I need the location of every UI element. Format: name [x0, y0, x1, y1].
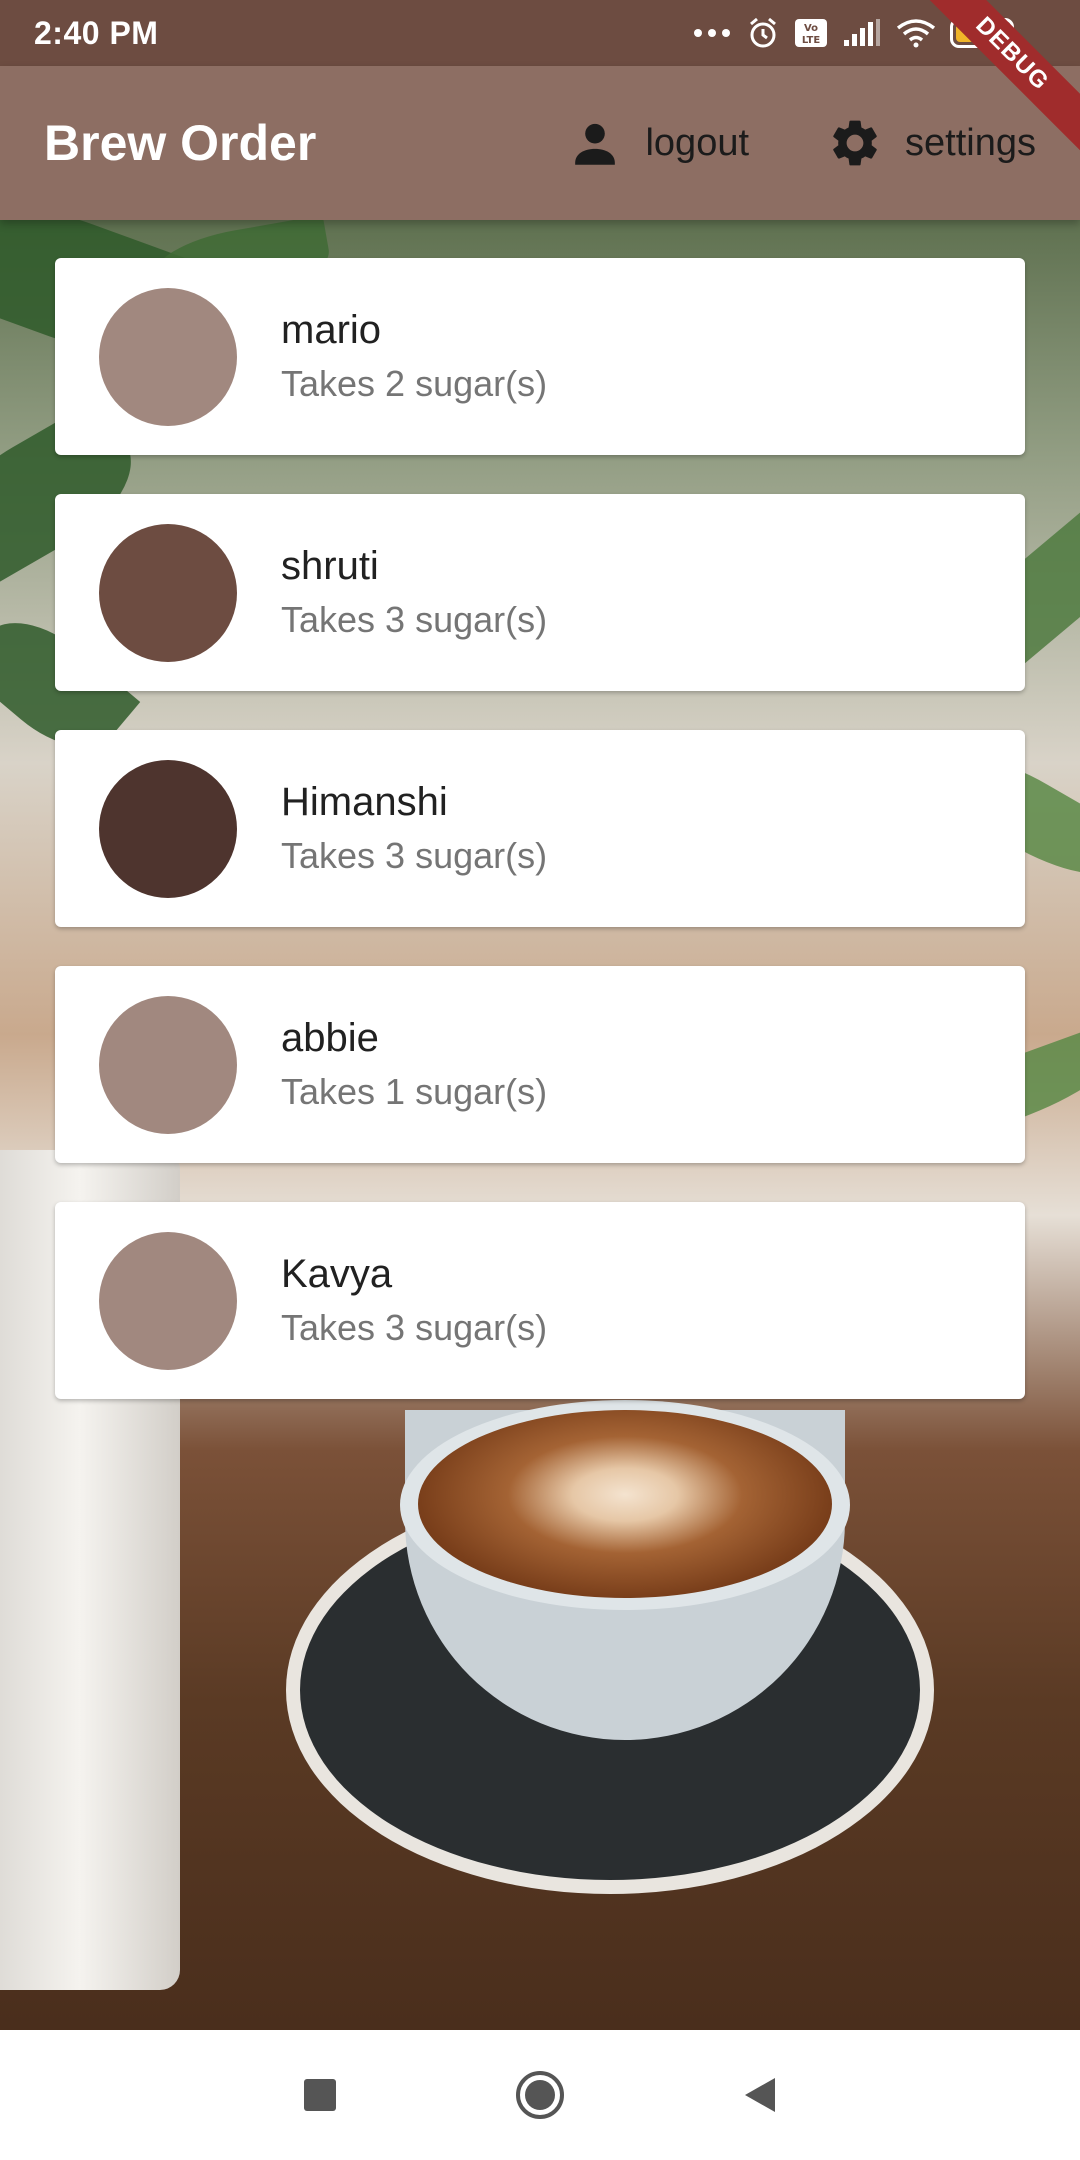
brew-sugar: Takes 3 sugar(s) — [281, 835, 548, 876]
alarm-icon — [746, 16, 780, 50]
brew-name: Himanshi — [281, 780, 448, 824]
list-item-text: mario Takes 2 sugar(s) — [281, 308, 547, 405]
list-item[interactable]: Kavya Takes 3 sugar(s) — [55, 1202, 1025, 1399]
system-nav-bar — [0, 2030, 1080, 2160]
svg-text:LTE: LTE — [802, 35, 821, 46]
list-item-text: Himanshi Takes 3 sugar(s) — [281, 780, 547, 877]
brew-sugar: Takes 1 sugar(s) — [281, 1071, 548, 1112]
person-icon — [575, 123, 616, 165]
signal-icon — [842, 18, 882, 48]
wifi-icon — [896, 18, 936, 48]
avatar — [99, 995, 237, 1134]
list-item[interactable]: shruti Takes 3 sugar(s) — [55, 494, 1025, 691]
brew-name: Kavya — [281, 1252, 393, 1296]
list-item-text: abbie Takes 1 sugar(s) — [281, 1016, 547, 1113]
avatar — [99, 1231, 237, 1370]
list-item-text: Kavya Takes 3 sugar(s) — [281, 1252, 547, 1349]
avatar — [99, 523, 237, 662]
recents-square-icon[interactable] — [290, 2065, 350, 2125]
avatar — [99, 287, 237, 426]
brew-sugar: Takes 2 sugar(s) — [281, 363, 548, 404]
list-item[interactable]: Himanshi Takes 3 sugar(s) — [55, 730, 1025, 927]
page-title: Brew Order — [44, 115, 317, 171]
list-item-text: shruti Takes 3 sugar(s) — [281, 544, 547, 641]
brew-name: shruti — [281, 544, 379, 588]
status-icons: Vo LTE 42 — [692, 16, 1014, 50]
brew-sugar: Takes 3 sugar(s) — [281, 1307, 548, 1348]
more-dots-icon — [692, 26, 732, 40]
status-bar: 2:40 PM Vo LTE 42 — [0, 0, 1080, 66]
battery-icon: 42 — [950, 18, 1014, 48]
brew-name: mario — [281, 308, 382, 352]
logout-label: logout — [645, 121, 750, 164]
app-screen: 2:40 PM Vo LTE 42 DEBUG Brew Order logou… — [0, 0, 1080, 2160]
list-item[interactable]: abbie Takes 1 sugar(s) — [55, 966, 1025, 1163]
battery-level: 42 — [971, 22, 993, 43]
logout-button[interactable]: logout — [567, 115, 749, 171]
avatar — [99, 759, 237, 898]
app-bar: Brew Order logout settings — [0, 66, 1080, 220]
status-time: 2:40 PM — [34, 14, 159, 51]
gear-icon — [833, 120, 877, 166]
brew-list: mario Takes 2 sugar(s) shruti Takes 3 su… — [55, 258, 1025, 1438]
settings-label: settings — [905, 121, 1036, 164]
home-circle-icon[interactable] — [510, 2065, 570, 2125]
volte-icon: Vo LTE — [794, 18, 828, 48]
brew-name: abbie — [281, 1016, 379, 1060]
svg-text:Vo: Vo — [804, 23, 818, 34]
brew-sugar: Takes 3 sugar(s) — [281, 599, 548, 640]
back-triangle-icon[interactable] — [730, 2065, 790, 2125]
list-item[interactable]: mario Takes 2 sugar(s) — [55, 258, 1025, 455]
settings-button[interactable]: settings — [827, 115, 1036, 171]
